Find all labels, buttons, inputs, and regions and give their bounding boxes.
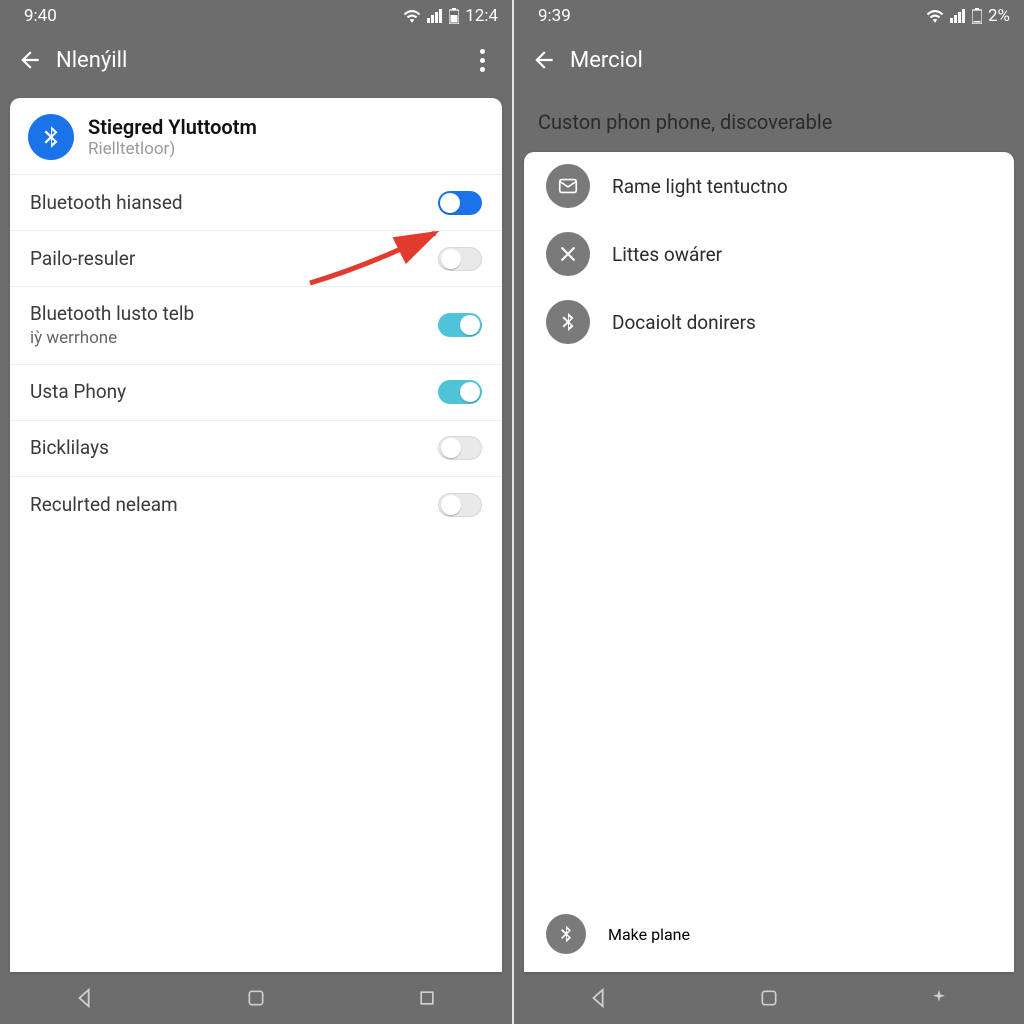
card-wrap: Stiegred Yluttootm Rielltetloor) Bluetoo… — [0, 88, 512, 972]
nav-home-button[interactable] — [739, 978, 799, 1018]
back-arrow-icon — [531, 47, 557, 73]
bluetooth-icon — [546, 300, 590, 344]
setting-row-pailo-resuler[interactable]: Pailo-resuler — [10, 231, 502, 287]
setting-row-usta-phony[interactable]: Usta Phony — [10, 365, 502, 421]
battery-icon — [449, 8, 459, 24]
status-icons: 2% — [926, 6, 1010, 26]
nav-back-icon — [588, 987, 610, 1009]
status-battery-text: 2% — [988, 6, 1010, 26]
nav-home-icon — [759, 988, 779, 1008]
status-time: 9:39 — [538, 6, 571, 26]
list-card: Rame light tentuctno Littes owárer Docai… — [524, 152, 1014, 972]
back-button[interactable] — [524, 40, 564, 80]
nav-back-button[interactable] — [569, 978, 629, 1018]
page-title: Nlenýill — [56, 48, 462, 73]
left-pane: 9:40 12:4 Nlenýill Stiegred Yluttootm Ri — [0, 0, 512, 1024]
battery-icon — [972, 8, 982, 24]
footer-make-plane[interactable]: Make plane — [524, 900, 1014, 972]
system-navbar — [514, 972, 1024, 1024]
setting-row-bluetooth-hiansed[interactable]: Bluetooth hiansed — [10, 175, 502, 231]
bluetooth-icon — [28, 114, 74, 160]
setting-label: Pailo-resuler — [30, 246, 135, 272]
setting-row-bicklilays[interactable]: Bicklilays — [10, 421, 502, 477]
back-button[interactable] — [10, 40, 50, 80]
setting-row-reculrted[interactable]: Reculrted neleam — [10, 477, 502, 533]
bluetooth-icon — [546, 914, 586, 954]
system-navbar — [0, 972, 512, 1024]
list-item-label: Rame light tentuctno — [612, 175, 788, 198]
nav-back-icon — [74, 987, 96, 1009]
spacer — [524, 356, 1014, 900]
setting-label: Reculrted neleam — [30, 492, 178, 518]
more-vert-icon — [480, 49, 485, 72]
setting-label: Usta Phony — [30, 379, 126, 405]
wifi-icon — [403, 9, 421, 23]
bluetooth-subtitle: Rielltetloor) — [88, 139, 257, 159]
status-bar: 9:40 12:4 — [0, 0, 512, 32]
toggle-switch[interactable] — [438, 191, 482, 215]
nav-extra-button[interactable] — [909, 978, 969, 1018]
close-icon — [546, 232, 590, 276]
right-pane: 9:39 2% Merciol Custon phon phone, disco… — [512, 0, 1024, 1024]
card-wrap: Rame light tentuctno Littes owárer Docai… — [514, 152, 1024, 972]
toggle-switch[interactable] — [438, 380, 482, 404]
list-item-label: Docaiolt donirers — [612, 311, 756, 334]
back-arrow-icon — [17, 47, 43, 73]
signal-icon — [950, 9, 966, 23]
nav-recents-icon — [417, 988, 437, 1008]
signal-icon — [427, 9, 443, 23]
toggle-switch[interactable] — [438, 436, 482, 460]
setting-row-bluetooth-lusto[interactable]: Bluetooth lusto telb iỳ werrhone — [10, 287, 502, 365]
nav-extra-icon — [928, 987, 950, 1009]
setting-label: Bicklilays — [30, 435, 109, 461]
nav-home-icon — [246, 988, 266, 1008]
list-item-label: Littes owárer — [612, 243, 722, 266]
list-item-littes[interactable]: Littes owárer — [524, 220, 1014, 288]
list-item-docaiolt[interactable]: Docaiolt donirers — [524, 288, 1014, 356]
toggle-switch[interactable] — [438, 493, 482, 517]
mail-icon — [546, 164, 590, 208]
nav-home-button[interactable] — [226, 978, 286, 1018]
app-bar: Nlenýill — [0, 32, 512, 88]
nav-back-button[interactable] — [55, 978, 115, 1018]
bluetooth-header[interactable]: Stiegred Yluttootm Rielltetloor) — [10, 98, 502, 175]
status-icons: 12:4 — [403, 6, 498, 26]
nav-recents-button[interactable] — [397, 978, 457, 1018]
status-time: 9:40 — [24, 6, 57, 26]
discoverable-subtitle: Custon phon phone, discoverable — [514, 88, 1024, 152]
setting-label: Bluetooth hiansed — [30, 190, 183, 216]
toggle-switch[interactable] — [438, 313, 482, 337]
footer-label: Make plane — [608, 925, 690, 944]
page-title: Merciol — [570, 48, 1014, 73]
status-bar: 9:39 2% — [514, 0, 1024, 32]
bluetooth-title: Stiegred Yluttootm — [88, 115, 257, 139]
status-battery-text: 12:4 — [465, 6, 498, 26]
wifi-icon — [926, 9, 944, 23]
list-item-rame[interactable]: Rame light tentuctno — [524, 152, 1014, 220]
setting-label: Bluetooth lusto telb iỳ werrhone — [30, 301, 194, 350]
overflow-menu-button[interactable] — [462, 40, 502, 80]
toggle-switch[interactable] — [438, 247, 482, 271]
settings-card: Stiegred Yluttootm Rielltetloor) Bluetoo… — [10, 98, 502, 972]
app-bar: Merciol — [514, 32, 1024, 88]
